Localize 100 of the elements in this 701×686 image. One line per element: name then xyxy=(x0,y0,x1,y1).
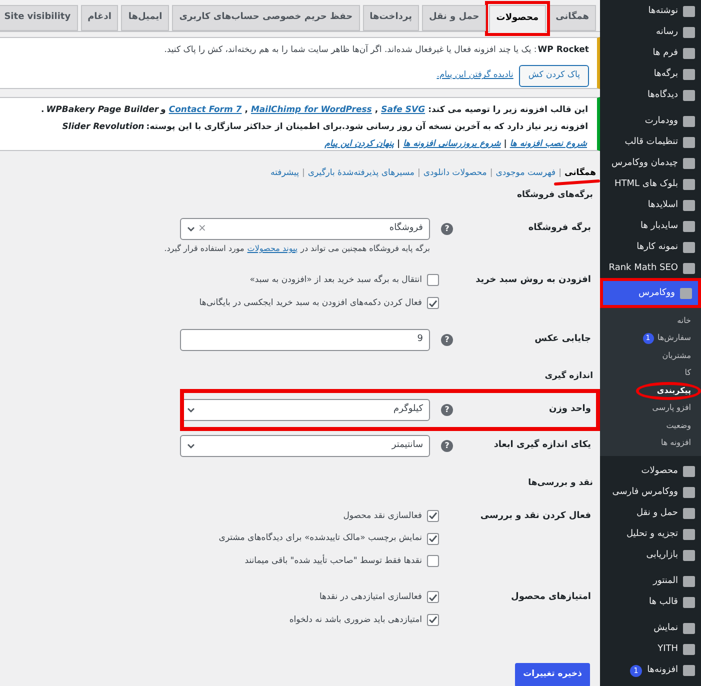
subnav-link[interactable]: پیشرفته xyxy=(270,166,299,180)
description-text: برگه پایه فروشگاه همچنین می تواند در xyxy=(300,243,430,255)
select-field[interactable]: سانتیمتر xyxy=(180,434,430,456)
sidebar-item[interactable]: بلوک های HTML xyxy=(600,174,701,195)
checkbox-label: نمایش برچسب «مالک تاییدشده» برای دیدگاه‌های مشتری xyxy=(218,532,422,545)
checkbox[interactable] xyxy=(427,274,439,286)
select-field[interactable]: فروشگاه × xyxy=(180,218,430,240)
sidebar-item[interactable]: برگه‌ها xyxy=(600,64,701,85)
submenu-item[interactable]: وضعیت xyxy=(600,417,701,434)
plugin-name: Slider Revolution xyxy=(62,121,144,134)
subnav-link[interactable]: مسیرهای پذیرفته‌شدهٔ بارگیری xyxy=(308,166,414,180)
sidebar-item[interactable]: نمونه کارها xyxy=(600,237,701,258)
dismiss-link[interactable]: نادیده گرفتن این پیام. xyxy=(436,69,514,82)
settings-tab[interactable]: ادغام xyxy=(80,5,118,31)
clear-cache-button[interactable]: پاک کردن کش xyxy=(519,64,589,87)
square-icon xyxy=(683,200,695,211)
sidebar-item[interactable]: اسلایدها xyxy=(600,195,701,216)
square-icon xyxy=(683,116,695,127)
notice-link[interactable]: شروع نصب افزونه ها xyxy=(510,136,587,153)
sidebar-item[interactable]: تجزیه و تحلیل xyxy=(600,524,701,545)
sidebar-item[interactable]: وودمارت xyxy=(600,111,701,132)
submenu-item[interactable]: افزو پارسی xyxy=(600,400,701,417)
sidebar-item[interactable]: محصولات xyxy=(600,461,701,482)
settings-tab[interactable]: ایمیل‌ها xyxy=(121,5,170,31)
sidebar-item[interactable]: ووکامرس فارسی xyxy=(600,482,701,503)
square-icon xyxy=(683,242,695,253)
notice-link[interactable]: پنهان کردن این پیام xyxy=(324,136,394,153)
sidebar-item[interactable]: چیدمان ووکامرس xyxy=(600,153,701,174)
checkbox[interactable] xyxy=(427,532,439,545)
settings-tab[interactable]: پرداخت‌ها xyxy=(362,5,419,31)
help-icon[interactable]: ? xyxy=(441,404,453,416)
sidebar-item[interactable]: ووکامرس xyxy=(603,281,698,305)
submenu-item[interactable]: خانه xyxy=(600,312,701,330)
square-icon xyxy=(683,179,695,190)
subnav-link[interactable]: همگانی xyxy=(564,166,596,180)
notice-text: . xyxy=(41,104,44,117)
notice-title: WP Rocket xyxy=(538,44,589,57)
sidebar-item[interactable]: سایدبار ها xyxy=(600,216,701,237)
submenu-item[interactable]: کا xyxy=(600,364,701,382)
notice-link[interactable]: MailChimp for WordPress xyxy=(250,102,372,119)
help-icon[interactable]: ? xyxy=(441,223,453,235)
sidebar-item[interactable]: حمل و نقل xyxy=(600,503,701,524)
checkmark-icon xyxy=(429,594,437,601)
checkbox[interactable] xyxy=(427,297,439,310)
square-icon xyxy=(683,6,695,17)
submenu-item[interactable]: مشتریان xyxy=(600,347,701,364)
notice-text: : یک یا چند افزونه فعال یا غیرفعال شده‌اند. اگر آن‌ها ظاهر سایت شما را به هم ریخته‌اند، کش را پاک کنید. xyxy=(164,44,537,57)
notice-link[interactable]: Safe SVG xyxy=(381,102,426,119)
settings-tab[interactable]: حفظ حریم خصوصی حساب‌های کاربری xyxy=(172,5,360,31)
checkbox[interactable] xyxy=(427,555,439,568)
field-label: واحد وزن xyxy=(548,402,591,416)
input-field[interactable]: 9 xyxy=(180,328,430,350)
sidebar-item[interactable]: رسانه xyxy=(600,22,701,43)
square-icon xyxy=(683,69,695,80)
field-label: امتیازهای محصول xyxy=(510,590,591,604)
checkbox[interactable] xyxy=(427,614,439,626)
sidebar-item[interactable]: تنظیمات قالب xyxy=(600,132,701,153)
help-icon[interactable]: ? xyxy=(441,334,453,346)
submenu-item[interactable]: پیکربندی xyxy=(600,382,701,400)
field-label: افزودن به روش سبد خرید xyxy=(474,274,591,287)
settings-tab[interactable]: حمل و نقل xyxy=(422,5,486,31)
checkbox-label: فعالسازی نقد محصول xyxy=(343,510,422,522)
checkmark-icon xyxy=(429,300,437,307)
sidebar-item[interactable]: المنتور xyxy=(600,571,701,592)
checkmark-icon xyxy=(429,616,437,624)
section-heading: نقد و بررسی‌ها xyxy=(527,476,594,488)
chevron-icon xyxy=(187,406,195,412)
field-label: برگه فروشگاه xyxy=(527,221,591,235)
sidebar-item[interactable]: دیدگاه‌ها xyxy=(600,85,701,106)
notice-text: | xyxy=(504,138,507,151)
settings-tab[interactable]: همگانی xyxy=(548,5,596,31)
notice-text: | xyxy=(396,138,400,151)
description-link[interactable]: پیوند محصولات xyxy=(247,243,298,255)
sidebar-item[interactable]: بازاریابی xyxy=(600,545,701,566)
sidebar-item[interactable]: نمایش xyxy=(600,618,701,639)
checkbox-label: انتقال به برگه سبد خرید بعد از «افزودن به سبد» xyxy=(250,274,422,287)
square-icon xyxy=(683,576,695,587)
checkbox-label: امتیازدهی باید ضروری باشد نه دلخواه xyxy=(289,614,422,626)
separator-text: | xyxy=(302,166,305,180)
sidebar-item[interactable]: نوشته‌ها xyxy=(600,1,701,22)
square-icon xyxy=(683,597,695,608)
square-icon xyxy=(683,487,695,498)
section-heading: برگه‌های فروشگاه xyxy=(516,189,594,201)
square-icon xyxy=(683,550,695,561)
subnav-link[interactable]: فهرست موجودی xyxy=(496,166,556,180)
square-icon xyxy=(683,48,695,59)
settings-tab[interactable]: Site visibility xyxy=(0,5,78,31)
sidebar-item[interactable]: Rank Math SEO xyxy=(600,258,701,279)
sidebar-item[interactable]: فرم ها xyxy=(600,43,701,64)
plugin-name: WPBakery Page Builder xyxy=(46,104,159,117)
save-button[interactable]: ذخیره تغییرات xyxy=(515,662,590,686)
notice-link[interactable]: شروع بروزرسانی افزونه ها xyxy=(403,136,501,153)
checkbox[interactable] xyxy=(427,591,439,604)
subnav-link[interactable]: محصولات دانلودی xyxy=(423,166,487,180)
submenu-item[interactable]: افزونه ها xyxy=(600,434,701,452)
sidebar-item[interactable]: قالب ها xyxy=(600,592,701,613)
sidebar-item[interactable]: YITH xyxy=(600,639,701,660)
notice-link[interactable]: Contact Form 7 xyxy=(168,102,242,119)
checkbox[interactable] xyxy=(427,510,439,522)
help-icon[interactable]: ? xyxy=(441,440,453,452)
